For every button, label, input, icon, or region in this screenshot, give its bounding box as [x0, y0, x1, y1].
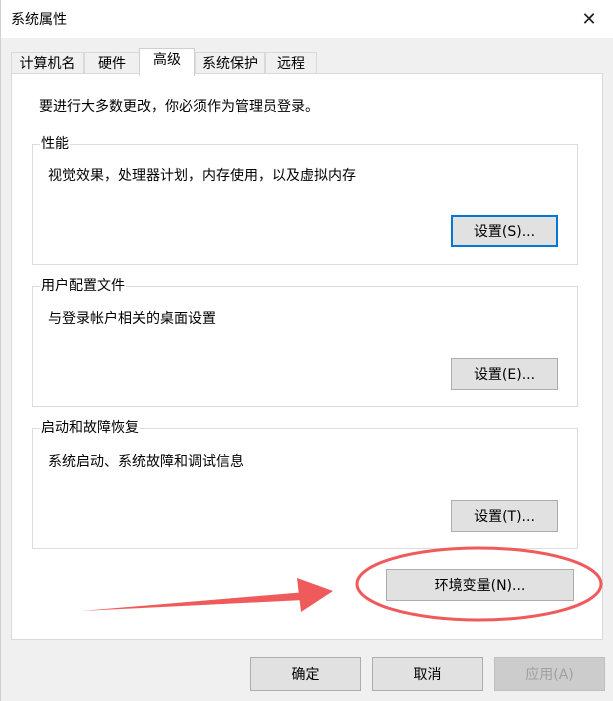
user-profiles-group: 用户配置文件 与登录帐户相关的桌面设置 设置(E)... [32, 276, 578, 407]
title-bar[interactable]: 系统属性 ✕ [1, 0, 613, 38]
environment-variables-button[interactable]: 环境变量(N)... [386, 569, 574, 601]
advanced-tab-panel: 要进行大多数更改，你必须作为管理员登录。 性能 视觉效果，处理器计划，内存使用，… [11, 73, 603, 640]
system-properties-window: 系统属性 ✕ 计算机名 硬件 高级 系统保护 远程 要进行大多数更改，你必须作为… [0, 0, 613, 701]
user-profiles-description: 与登录帐户相关的桌面设置 [48, 311, 216, 327]
performance-description: 视觉效果，处理器计划，内存使用，以及虚拟内存 [48, 168, 356, 184]
startup-recovery-group-title: 启动和故障恢复 [40, 418, 140, 438]
tab-advanced[interactable]: 高级 [139, 48, 195, 76]
cancel-button[interactable]: 取消 [372, 657, 483, 691]
startup-recovery-settings-button[interactable]: 设置(T)... [451, 500, 558, 532]
close-icon: ✕ [581, 8, 597, 30]
admin-note: 要进行大多数更改，你必须作为管理员登录。 [39, 99, 319, 115]
window-title: 系统属性 [11, 12, 67, 28]
performance-group-title: 性能 [40, 134, 70, 154]
startup-recovery-description: 系统启动、系统故障和调试信息 [48, 454, 244, 470]
ok-button[interactable]: 确定 [250, 657, 361, 691]
startup-recovery-group: 启动和故障恢复 系统启动、系统故障和调试信息 设置(T)... [32, 418, 578, 549]
apply-button[interactable]: 应用(A) [494, 657, 605, 691]
performance-group: 性能 视觉效果，处理器计划，内存使用，以及虚拟内存 设置(S)... [32, 134, 578, 265]
user-profiles-group-title: 用户配置文件 [40, 276, 126, 296]
performance-settings-button[interactable]: 设置(S)... [451, 215, 558, 247]
user-profiles-settings-button[interactable]: 设置(E)... [451, 358, 558, 390]
close-button[interactable]: ✕ [571, 4, 607, 34]
